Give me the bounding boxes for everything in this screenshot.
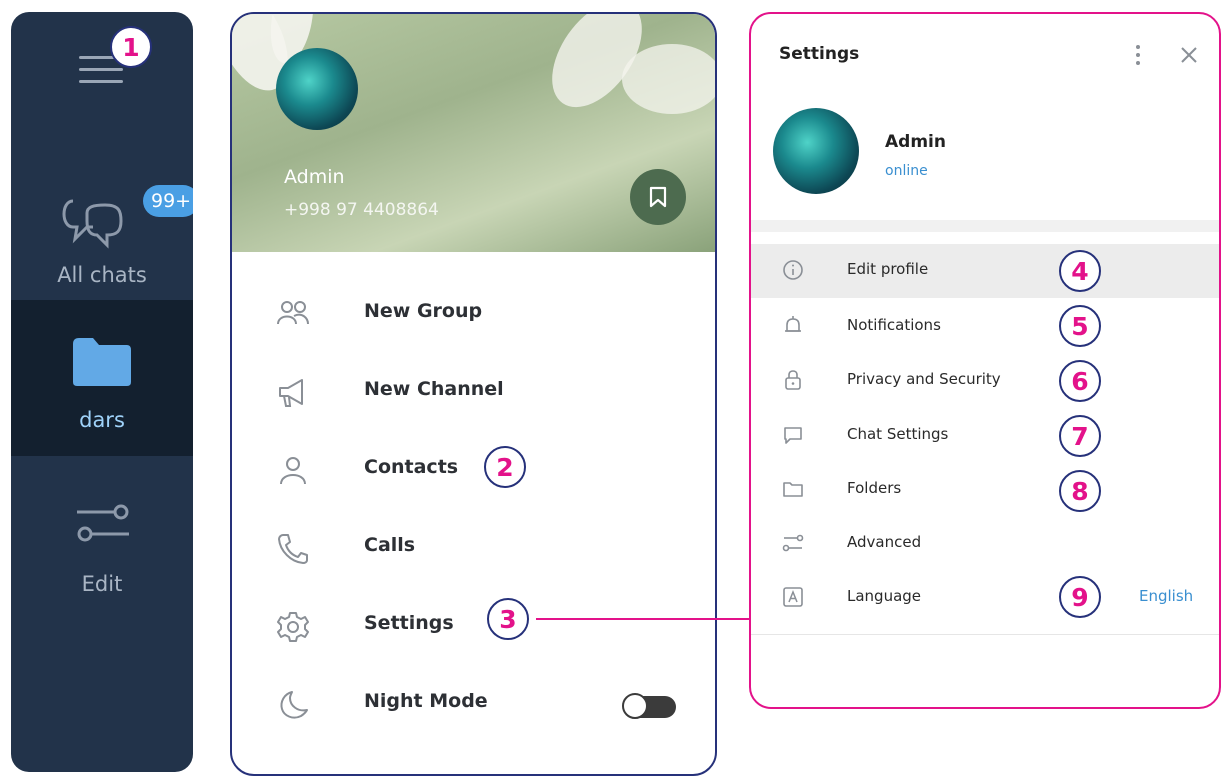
settings-avatar[interactable]	[773, 108, 859, 194]
lock-icon	[785, 370, 801, 390]
unread-count-badge: 99+	[143, 185, 193, 217]
callout-3: 3	[487, 598, 529, 640]
settings-row-edit-profile[interactable]: Edit profile	[751, 244, 1219, 298]
bookmark-icon	[649, 186, 667, 208]
settings-row-label: Privacy and Security	[847, 370, 1001, 388]
language-value: English	[1139, 587, 1194, 605]
settings-row-label: Folders	[847, 479, 902, 497]
settings-panel: Settings Admin online Edit profile Notif…	[749, 12, 1221, 709]
night-mode-toggle[interactable]	[622, 693, 676, 719]
folder-all-chats[interactable]: 99+ All chats	[11, 177, 193, 297]
chat-bubble-icon	[784, 427, 802, 444]
settings-row-label: Edit profile	[847, 260, 929, 278]
menu-item-label: Contacts	[364, 456, 459, 478]
section-divider	[751, 634, 1219, 635]
profile-header: Admin +998 97 4408864	[232, 14, 715, 252]
connector-line	[536, 618, 751, 620]
menu-item-new-channel[interactable]: New Channel	[232, 362, 715, 426]
menu-item-calls[interactable]: Calls	[232, 518, 715, 582]
settings-row-chat-settings[interactable]: Chat Settings	[751, 409, 1219, 463]
sliders-icon	[782, 534, 804, 552]
menu-item-night-mode[interactable]: Night Mode	[232, 674, 715, 738]
saved-messages-button[interactable]	[630, 169, 686, 225]
callout-5: 5	[1059, 305, 1101, 347]
callout-7: 7	[1059, 415, 1101, 457]
sliders-icon	[77, 504, 129, 542]
callout-6: 6	[1059, 360, 1101, 402]
megaphone-icon	[279, 379, 303, 407]
menu-item-new-group[interactable]: New Group	[232, 284, 715, 348]
settings-row-advanced[interactable]: Advanced	[751, 517, 1219, 571]
folder-label: All chats	[57, 263, 147, 287]
folder-outline-icon	[783, 482, 803, 497]
callout-4: 4	[1059, 250, 1101, 292]
folder-sidebar: 99+ All chats dars Edit	[11, 12, 193, 772]
profile-phone: +998 97 4408864	[284, 200, 439, 220]
more-vertical-icon[interactable]	[1133, 43, 1143, 67]
settings-row-label: Language	[847, 587, 922, 605]
phone-icon	[278, 534, 308, 564]
settings-profile-status: online	[885, 163, 928, 179]
callout-9: 9	[1059, 576, 1101, 618]
folder-label: dars	[79, 408, 125, 432]
close-icon[interactable]	[1179, 45, 1199, 65]
info-icon	[783, 260, 803, 280]
menu-item-contacts[interactable]: Contacts	[232, 440, 715, 504]
settings-row-label: Advanced	[847, 533, 922, 551]
settings-profile-name: Admin	[885, 132, 946, 152]
chats-icon	[62, 199, 123, 249]
callout-1: 1	[110, 26, 152, 68]
group-icon	[277, 301, 309, 325]
main-menu-panel: Admin +998 97 4408864 New Group New Chan…	[230, 12, 717, 776]
folder-icon	[73, 338, 131, 386]
callout-2: 2	[484, 446, 526, 488]
menu-item-label: Calls	[364, 534, 416, 556]
menu-item-settings[interactable]: Settings	[232, 596, 715, 660]
bell-icon	[785, 316, 801, 332]
settings-row-folders[interactable]: Folders	[751, 463, 1219, 517]
settings-row-privacy[interactable]: Privacy and Security	[751, 354, 1219, 408]
menu-item-label: New Group	[364, 300, 483, 322]
settings-row-label: Notifications	[847, 316, 941, 334]
section-divider	[751, 220, 1219, 232]
profile-name: Admin	[284, 166, 345, 188]
settings-row-notifications[interactable]: Notifications	[751, 300, 1219, 354]
folder-dars[interactable]: dars	[11, 300, 193, 456]
menu-item-label: Settings	[364, 612, 454, 634]
contact-icon	[280, 457, 306, 485]
settings-title: Settings	[779, 44, 860, 64]
gear-icon	[277, 612, 309, 642]
avatar[interactable]	[276, 48, 358, 130]
settings-row-label: Chat Settings	[847, 425, 949, 443]
folder-label: Edit	[81, 572, 123, 596]
moon-icon	[280, 691, 308, 719]
menu-item-label: Night Mode	[364, 690, 488, 712]
menu-item-label: New Channel	[364, 378, 504, 400]
settings-row-language[interactable]: Language English	[751, 571, 1219, 625]
letter-a-icon	[783, 587, 803, 607]
folder-edit[interactable]: Edit	[11, 492, 193, 612]
callout-8: 8	[1059, 470, 1101, 512]
